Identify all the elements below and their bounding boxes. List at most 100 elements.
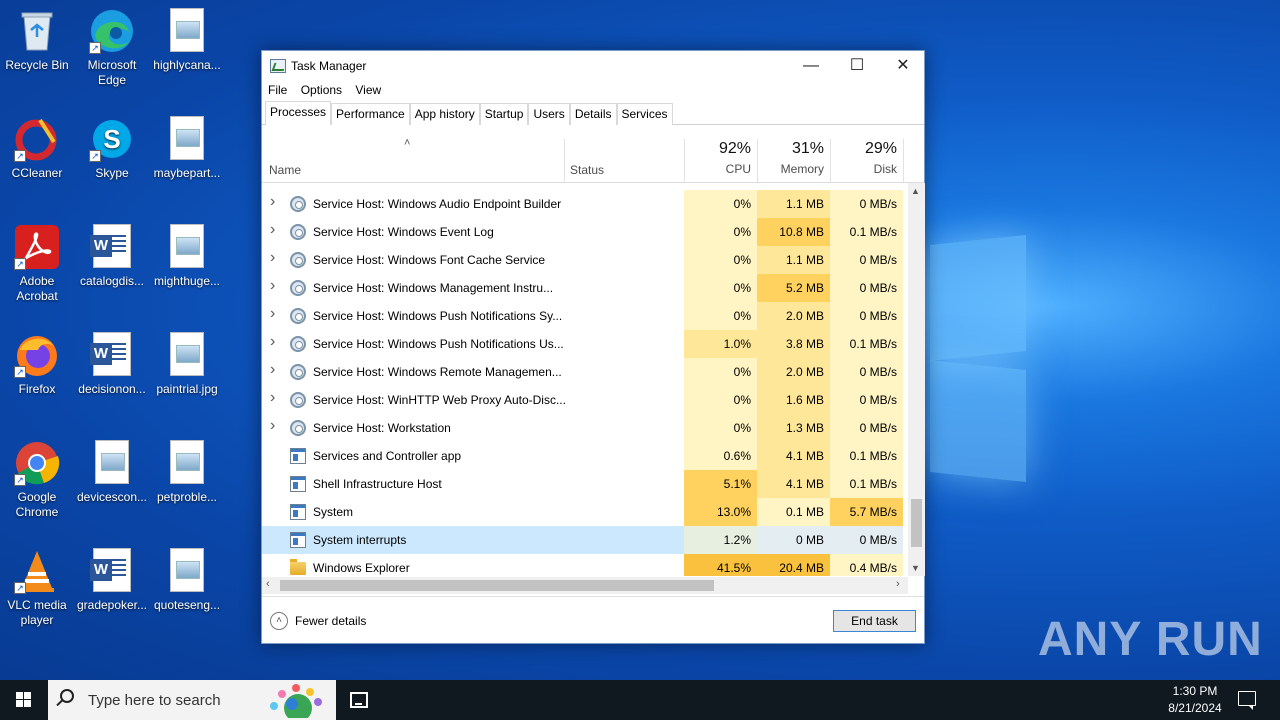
memory-label: Memory <box>780 162 824 176</box>
gear-icon <box>290 280 306 296</box>
chevron-right-icon[interactable]: › <box>270 333 275 351</box>
notifications-icon[interactable] <box>1238 691 1256 710</box>
image-file-icon <box>164 224 210 270</box>
search-icon <box>60 689 74 703</box>
process-memory: 10.8 MB <box>757 218 830 246</box>
process-row[interactable]: › Service Host: WinHTTP Web Proxy Auto-Di… <box>262 386 908 414</box>
process-row[interactable]: System 13.0% 0.1 MB 5.7 MB/s <box>262 498 908 526</box>
process-row[interactable]: System interrupts 1.2% 0 MB 0 MB/s <box>262 526 908 554</box>
tab-details[interactable]: Details <box>569 103 617 125</box>
process-name: System interrupts <box>313 533 407 547</box>
desktop-icon-decisionon[interactable]: W decisionon... <box>74 332 150 397</box>
close-button[interactable]: ✕ <box>880 51 926 81</box>
scroll-right-icon[interactable]: › <box>896 578 900 590</box>
process-row[interactable]: › Service Host: Windows Management Instru… <box>262 274 908 302</box>
windows-wallpaper-logo <box>930 234 1026 362</box>
process-row[interactable]: › Service Host: Workstation 0% 1.3 MB 0 MB/s <box>262 414 908 442</box>
scroll-thumb[interactable] <box>280 580 714 591</box>
process-row[interactable]: Services and Controller app 0.6% 4.1 MB 0.1… <box>262 442 908 470</box>
desktop-icon-label: decisionon... <box>78 382 146 396</box>
process-name: Service Host: Windows Event Log <box>313 225 494 239</box>
desktop-icon-adobe-acrobat[interactable]: ↗ Adobe Acrobat <box>0 224 75 304</box>
chevron-up-icon[interactable]: ˄ <box>270 612 288 630</box>
menu-options[interactable]: Options <box>301 81 346 97</box>
tab-startup[interactable]: Startup <box>479 103 529 125</box>
column-name[interactable]: Name <box>269 163 301 177</box>
desktop-icon-google-chrome[interactable]: ↗ Google Chrome <box>0 440 75 520</box>
desktop-icon-skype[interactable]: S ↗ Skype <box>74 116 150 181</box>
clock[interactable]: 1:30 PM 8/21/2024 <box>1160 683 1230 717</box>
desktop-icon-paintrial[interactable]: paintrial.jpg <box>149 332 225 397</box>
process-row[interactable]: Windows Explorer 41.5% 20.4 MB 0.4 MB/s <box>262 554 908 576</box>
process-name-cell: System interrupts <box>262 526 564 554</box>
scroll-left-icon[interactable]: ‹ <box>266 578 270 590</box>
process-name-cell: › Service Host: Windows Event Log <box>262 218 564 246</box>
task-view-icon[interactable] <box>350 692 368 708</box>
desktop-icon-firefox[interactable]: ↗ Firefox <box>0 332 75 397</box>
tab-processes[interactable]: Processes <box>265 101 332 125</box>
chevron-right-icon[interactable]: › <box>270 221 275 239</box>
menu-file[interactable]: File <box>268 81 291 97</box>
chevron-right-icon[interactable]: › <box>270 417 275 435</box>
chevron-right-icon[interactable]: › <box>270 249 275 267</box>
minimize-button[interactable]: — <box>788 51 834 81</box>
desktop-icon-maybepart[interactable]: maybepart... <box>149 116 225 181</box>
column-header: ˄ Name Status 92% CPU 31% Memory 29% Dis… <box>262 125 924 183</box>
search-box[interactable]: Type here to search <box>48 680 336 720</box>
shortcut-arrow-icon: ↗ <box>14 150 26 162</box>
desktop-icon-recycle-bin[interactable]: Recycle Bin <box>0 8 75 73</box>
process-memory: 1.6 MB <box>757 386 830 414</box>
process-row[interactable]: › Service Host: Windows Push Notification… <box>262 330 908 358</box>
process-disk: 0 MB/s <box>830 358 903 386</box>
chevron-right-icon[interactable]: › <box>270 389 275 407</box>
tab-app-history[interactable]: App history <box>409 103 480 125</box>
gear-icon <box>290 336 306 352</box>
scroll-thumb[interactable] <box>911 499 922 547</box>
column-memory[interactable]: 31% Memory <box>757 139 824 176</box>
process-cpu: 1.0% <box>684 330 757 358</box>
process-row[interactable]: › Service Host: Windows Remote Managemen.… <box>262 358 908 386</box>
horizontal-scrollbar[interactable]: ‹ › <box>262 577 908 594</box>
tab-services[interactable]: Services <box>616 103 673 125</box>
start-button[interactable] <box>0 680 48 720</box>
process-row[interactable]: › Service Host: Windows Push Notification… <box>262 302 908 330</box>
desktop-icon-microsoft-edge[interactable]: ↗ Microsoft Edge <box>74 8 150 88</box>
process-status <box>564 414 684 442</box>
vertical-scrollbar[interactable]: ▲ ▼ <box>908 183 925 576</box>
process-row[interactable]: › Service Host: Windows Font Cache Servic… <box>262 246 908 274</box>
desktop-icon-petproble[interactable]: petproble... <box>149 440 225 505</box>
desktop-icon-highlycana[interactable]: highlycana... <box>149 8 225 73</box>
desktop-icon-catalogdis[interactable]: W catalogdis... <box>74 224 150 289</box>
desktop-icon-gradepoker[interactable]: W gradepoker... <box>74 548 150 613</box>
chevron-right-icon[interactable]: › <box>270 277 275 295</box>
column-status[interactable]: Status <box>570 163 604 177</box>
tab-performance[interactable]: Performance <box>331 103 410 125</box>
app-window-icon <box>290 504 306 520</box>
chevron-right-icon[interactable]: › <box>270 305 275 323</box>
maximize-button[interactable]: ☐ <box>834 51 880 81</box>
chevron-right-icon[interactable]: › <box>270 193 275 211</box>
chevron-right-icon[interactable]: › <box>270 361 275 379</box>
edge-icon: ↗ <box>89 8 135 54</box>
column-disk[interactable]: 29% Disk <box>830 139 897 176</box>
end-task-button[interactable]: End task <box>833 610 916 632</box>
title-bar[interactable]: Task Manager — ☐ ✕ <box>262 51 924 81</box>
column-cpu[interactable]: 92% CPU <box>684 139 751 176</box>
scroll-down-icon[interactable]: ▼ <box>911 563 920 573</box>
process-row[interactable]: › Service Host: Windows Audio Endpoint Bu… <box>262 190 908 218</box>
process-status <box>564 358 684 386</box>
fewer-details-link[interactable]: Fewer details <box>295 614 366 628</box>
desktop-icon-ccleaner[interactable]: ↗ CCleaner <box>0 116 75 181</box>
desktop-icon-quoteseng[interactable]: quoteseng... <box>149 548 225 613</box>
image-file-icon <box>164 548 210 594</box>
process-row[interactable]: Shell Infrastructure Host 5.1% 4.1 MB 0.1 M… <box>262 470 908 498</box>
process-row[interactable]: › Service Host: Windows Event Log 0% 10.8 M… <box>262 218 908 246</box>
tab-users[interactable]: Users <box>528 103 570 125</box>
desktop-icon-devicescon[interactable]: devicescon... <box>74 440 150 505</box>
desktop-icon-vlc[interactable]: ↗ VLC media player <box>0 548 75 628</box>
desktop-icon-label: paintrial.jpg <box>156 382 218 396</box>
menu-view[interactable]: View <box>355 81 385 97</box>
scroll-up-icon[interactable]: ▲ <box>911 186 920 196</box>
desktop-icon-mighthuge[interactable]: mighthuge... <box>149 224 225 289</box>
taskbar: Type here to search 1:30 PM 8/21/2024 <box>0 680 1280 720</box>
